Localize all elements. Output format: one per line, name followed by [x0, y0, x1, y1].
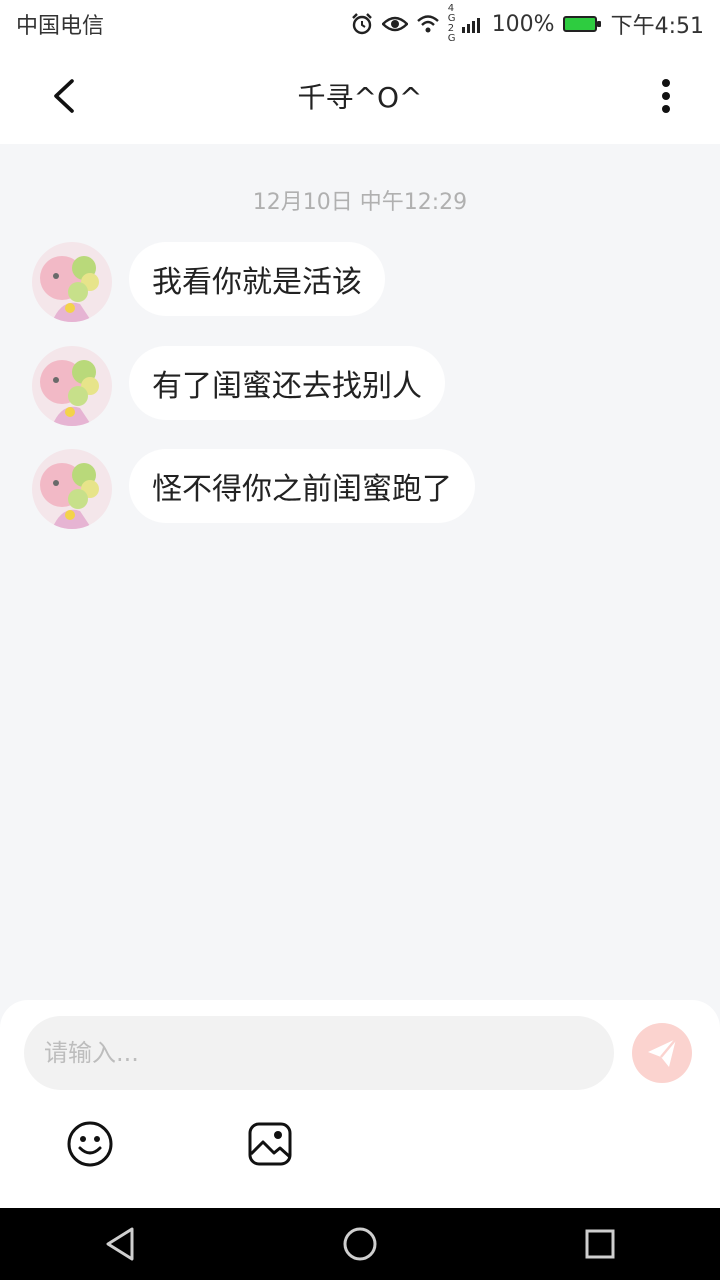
battery-icon — [562, 16, 601, 32]
nav-home-icon — [343, 1227, 377, 1261]
more-button[interactable] — [642, 72, 690, 120]
avatar[interactable] — [32, 449, 112, 529]
chat-timestamp: 12月10日 中午12:29 — [252, 190, 468, 215]
network-label: 4G 2G — [447, 3, 456, 44]
nav-recent-icon — [585, 1229, 615, 1259]
wifi-icon — [416, 14, 440, 34]
message-row: 我看你就是活该 — [32, 242, 385, 322]
image-icon — [248, 1122, 292, 1166]
chevron-left-icon — [54, 79, 74, 113]
carrier-label: 中国电信 — [16, 14, 105, 39]
back-button[interactable] — [40, 72, 88, 120]
nav-home-button[interactable] — [336, 1220, 384, 1268]
clock: 下午4:51 — [610, 14, 704, 39]
chat-title: 千寻^O^ — [297, 81, 423, 114]
avatar[interactable] — [32, 346, 112, 426]
status-bar: 中国电信 4G 2G 100% 下午4:51 — [0, 0, 720, 48]
input-panel — [0, 1000, 720, 1208]
system-nav-bar — [0, 1208, 720, 1280]
message-input[interactable] — [24, 1016, 614, 1090]
status-icons: 4G 2G 100% 下午4:51 — [350, 4, 704, 44]
signal-icon: 4G 2G — [448, 4, 484, 44]
message-row: 怪不得你之前闺蜜跑了 — [32, 449, 475, 529]
chat-header: 千寻^O^ — [0, 48, 720, 144]
nav-back-icon — [106, 1227, 134, 1261]
emoji-icon — [67, 1121, 113, 1167]
chat-area[interactable]: 12月10日 中午12:29 我看你就是活该 有了闺蜜还去找别人 怪不得你之前闺… — [0, 144, 720, 1000]
more-vertical-icon — [662, 79, 670, 113]
image-button[interactable] — [246, 1120, 294, 1168]
emoji-button[interactable] — [66, 1120, 114, 1168]
battery-percent: 100% — [491, 11, 555, 37]
message-bubble[interactable]: 我看你就是活该 — [129, 242, 385, 316]
send-icon — [648, 1038, 677, 1067]
message-row: 有了闺蜜还去找别人 — [32, 346, 445, 426]
avatar[interactable] — [32, 242, 112, 322]
nav-back-button[interactable] — [96, 1220, 144, 1268]
message-bubble[interactable]: 有了闺蜜还去找别人 — [129, 346, 445, 420]
nav-recent-button[interactable] — [576, 1220, 624, 1268]
message-bubble[interactable]: 怪不得你之前闺蜜跑了 — [129, 449, 475, 523]
eye-icon — [381, 14, 408, 34]
alarm-icon — [350, 12, 374, 36]
send-button[interactable] — [632, 1023, 692, 1083]
